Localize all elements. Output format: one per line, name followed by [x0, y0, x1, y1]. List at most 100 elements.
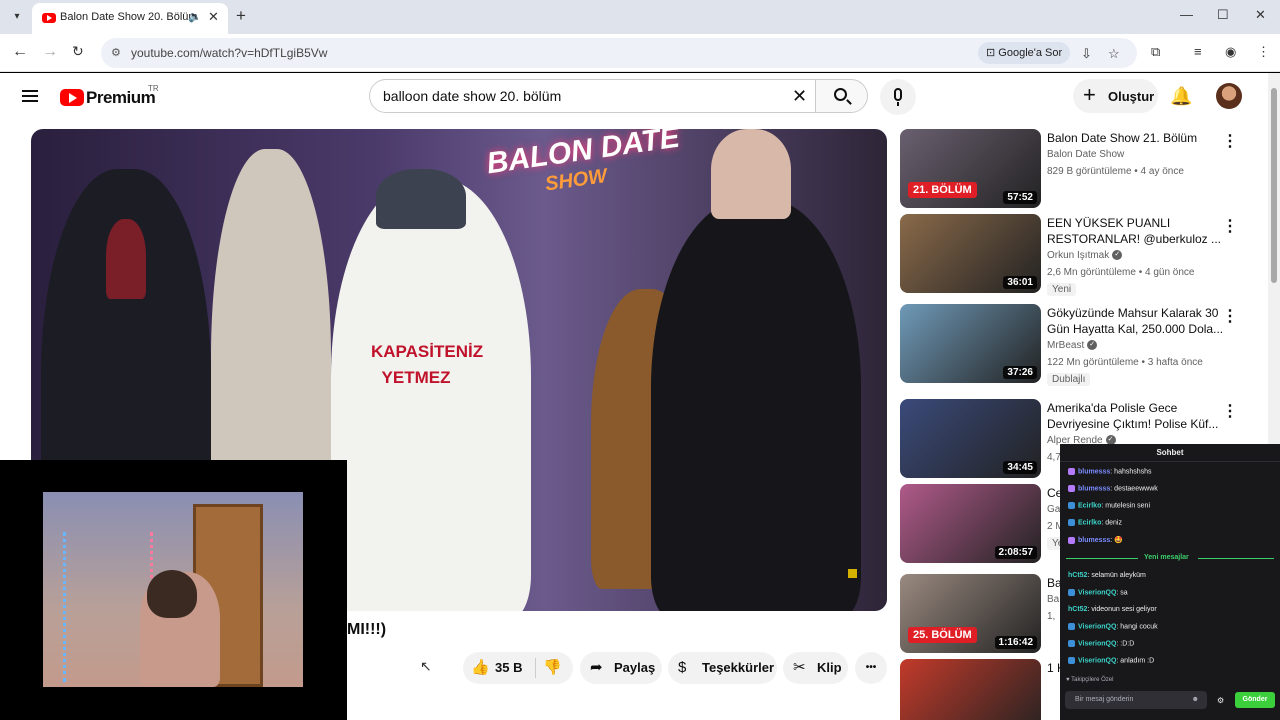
video-thumbnail[interactable]: 36:01	[900, 214, 1041, 293]
tab-title: Balon Date Show 20. Bölüm	[60, 11, 198, 23]
chat-text: : anladım :D	[1116, 657, 1155, 665]
back-icon[interactable]: ←	[12, 43, 28, 61]
chat-message: blumesss: 🤩	[1068, 536, 1123, 544]
cap	[376, 169, 466, 229]
video-title[interactable]: Gökyüzünde Mahsur Kalarak 30 Gün Hayatta…	[1047, 305, 1227, 337]
chat-username[interactable]: hCt52	[1068, 572, 1087, 579]
chat-send-button[interactable]: Gönder	[1235, 692, 1275, 708]
voice-search-button[interactable]	[880, 79, 916, 115]
chat-settings-icon[interactable]: ⚙	[1217, 696, 1224, 705]
video-thumbnail[interactable]: 34:45	[900, 399, 1041, 478]
like-icon[interactable]: 👍	[471, 652, 490, 684]
microphone-stem	[897, 102, 899, 106]
chat-username[interactable]: Ecirlko	[1078, 502, 1101, 509]
minimize-window-icon[interactable]: —	[1180, 7, 1193, 22]
chat-username[interactable]: ViserionQQ	[1078, 589, 1116, 596]
channel-name[interactable]: Orkun Işıtmak ✓	[1047, 250, 1123, 261]
chat-username[interactable]: ViserionQQ	[1078, 623, 1116, 630]
browser-menu-icon[interactable]: ⋮	[1257, 44, 1270, 60]
browser-tab-active[interactable]: Balon Date Show 20. Bölüm 🔈 ✕	[32, 3, 228, 34]
maximize-window-icon[interactable]: ☐	[1217, 7, 1229, 23]
video-duration: 1:16:42	[994, 636, 1037, 649]
red-shirt	[106, 219, 146, 299]
dislike-icon[interactable]: 👎	[543, 652, 562, 684]
plus-icon: +	[1083, 82, 1096, 107]
more-actions-button[interactable]: •••	[855, 652, 887, 684]
address-bar[interactable]: ⚙ youtube.com/watch?v=hDfTLgiB5Vw ⊡ Goog…	[101, 38, 1137, 68]
recommendation-item[interactable]: 36:01 EEN YÜKSEK PUANLI RESTORANLAR! @ube…	[900, 214, 1260, 296]
forward-icon[interactable]: →	[42, 43, 58, 61]
video-thumbnail[interactable]: 2:08:57	[900, 484, 1041, 563]
chat-username[interactable]: ViserionQQ	[1078, 640, 1116, 647]
more-options-icon[interactable]: ⋮	[1222, 306, 1238, 326]
account-avatar[interactable]	[1216, 83, 1242, 109]
media-controls-icon[interactable]: ≡	[1194, 44, 1202, 59]
recommendation-item[interactable]: 37:26 Gökyüzünde Mahsur Kalarak 30 Gün Ha…	[900, 304, 1260, 386]
chat-username[interactable]: hCt52	[1068, 606, 1087, 613]
chat-text: : 🤩	[1110, 537, 1123, 544]
notifications-bell-icon[interactable]: 🔔	[1170, 86, 1192, 107]
create-button[interactable]: + Oluştur	[1073, 79, 1158, 113]
more-options-icon[interactable]: ⋮	[1222, 401, 1238, 421]
new-tab-button[interactable]: +	[236, 6, 246, 26]
chat-message-input[interactable]: Bir mesaj gönderin ☻	[1065, 691, 1207, 709]
search-button[interactable]	[815, 79, 868, 113]
scissors-icon: ✂	[793, 659, 806, 676]
browser-tab-strip: ▾ Balon Date Show 20. Bölüm 🔈 ✕ + — ☐ ✕	[0, 0, 1280, 34]
channel-name[interactable]: Balon Date Show	[1047, 149, 1124, 160]
tab-search-dropdown-icon[interactable]: ▾	[7, 7, 27, 27]
chat-username[interactable]: blumesss	[1078, 537, 1110, 544]
microphone-icon	[894, 88, 902, 101]
chat-username[interactable]: blumesss	[1078, 485, 1110, 492]
channel-name-text: Orkun Işıtmak	[1047, 250, 1110, 261]
emoji-icon[interactable]: ☻	[1192, 691, 1199, 709]
thanks-button[interactable]: $ Teşekkürler	[668, 652, 777, 684]
chat-username[interactable]: blumesss	[1078, 468, 1110, 475]
chat-username[interactable]: ViserionQQ	[1078, 657, 1116, 664]
channel-name[interactable]: Ba	[1047, 594, 1059, 605]
site-info-icon[interactable]: ⚙	[111, 46, 121, 59]
reload-icon[interactable]: ↻	[72, 43, 84, 60]
like-count[interactable]: 35 B	[495, 652, 522, 684]
video-title[interactable]: Amerika'da Polisle Gece Devriyesine Çıkt…	[1047, 400, 1227, 432]
video-thumbnail[interactable]: 37:26	[900, 304, 1041, 383]
profile-icon[interactable]: ◉	[1225, 44, 1236, 60]
tab-audio-icon[interactable]: 🔈	[188, 10, 202, 23]
channel-name[interactable]: MrBeast ✓	[1047, 340, 1098, 351]
more-options-icon[interactable]: ⋮	[1222, 131, 1238, 151]
tab-close-icon[interactable]: ✕	[208, 9, 219, 25]
google-lens-chip[interactable]: ⊡ Google'a Sor	[978, 42, 1071, 64]
install-app-icon[interactable]: ⇩	[1081, 46, 1092, 62]
like-dislike-group: 👍 35 B 👎	[463, 652, 573, 684]
followers-only-label: ♥ Takipçilere Özel	[1066, 677, 1114, 683]
chat-username[interactable]: Ecirlko	[1078, 519, 1101, 526]
webcam-feed	[43, 492, 303, 687]
search-input[interactable]: balloon date show 20. bölüm ✕	[369, 79, 816, 113]
share-button[interactable]: ➦ Paylaş	[580, 652, 662, 684]
video-thumbnail[interactable]: 25. BÖLÜM 1:16:42	[900, 574, 1041, 653]
channel-name[interactable]: Ga	[1047, 504, 1060, 515]
video-title[interactable]: EEN YÜKSEK PUANLI RESTORANLAR! @uberkulo…	[1047, 215, 1227, 247]
user-badge-icon	[1068, 640, 1075, 647]
chat-text: : selamün aleyküm	[1087, 572, 1146, 579]
video-title[interactable]: Balon Date Show 21. Bölüm	[1047, 130, 1227, 146]
user-badge-icon	[1068, 657, 1075, 664]
share-icon: ➦	[590, 659, 603, 676]
clip-button[interactable]: ✂ Klip	[783, 652, 848, 684]
clear-search-icon[interactable]: ✕	[792, 86, 807, 107]
verified-check-icon: ✓	[1112, 250, 1123, 261]
video-thumbnail[interactable]	[900, 659, 1041, 720]
bookmark-star-icon[interactable]: ☆	[1108, 46, 1120, 62]
user-badge-icon	[1068, 519, 1075, 526]
extensions-icon[interactable]: ⧉	[1151, 44, 1160, 60]
chat-text: : videonun sesi geliyor	[1087, 606, 1157, 613]
more-options-icon[interactable]: ⋮	[1222, 216, 1238, 236]
close-window-icon[interactable]: ✕	[1255, 7, 1266, 23]
video-thumbnail[interactable]: 21. BÖLÜM 57:52	[900, 129, 1041, 208]
recommendation-item[interactable]: 21. BÖLÜM 57:52 Balon Date Show 21. Bölüm B…	[900, 129, 1260, 209]
scrollbar-thumb[interactable]	[1271, 88, 1277, 283]
youtube-play-icon	[60, 89, 84, 106]
hamburger-menu-icon[interactable]	[22, 90, 38, 102]
chat-message: ViserionQQ: sa	[1068, 589, 1128, 596]
chat-message: hCt52: selamün aleyküm	[1068, 572, 1146, 579]
